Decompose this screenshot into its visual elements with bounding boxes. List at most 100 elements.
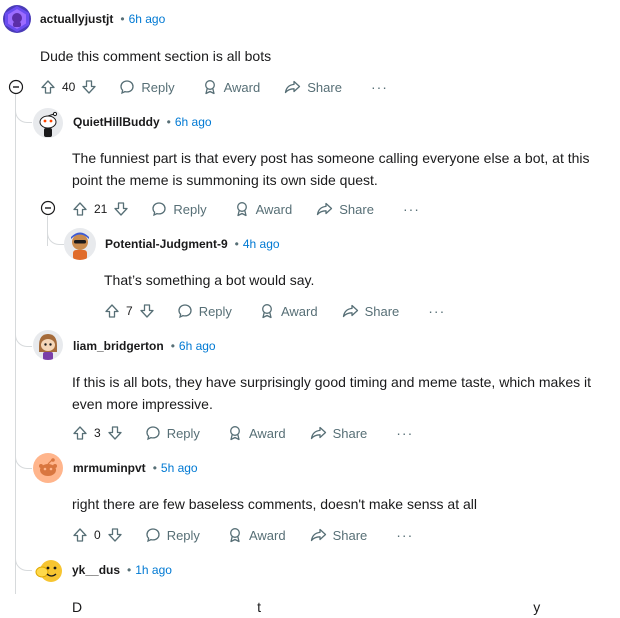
downvote-button[interactable] bbox=[107, 527, 123, 543]
award-medal-icon bbox=[261, 304, 272, 319]
vote-score: 0 bbox=[94, 528, 101, 542]
share-arrow-icon bbox=[310, 426, 326, 440]
reply-button[interactable]: Reply bbox=[145, 527, 200, 543]
upvote-arrow-icon bbox=[73, 528, 87, 542]
default-snoo-icon bbox=[39, 458, 57, 476]
vote-score: 3 bbox=[94, 426, 101, 440]
award-button[interactable]: Award bbox=[227, 527, 286, 543]
timestamp[interactable]: 6h ago bbox=[179, 339, 216, 353]
reply-button[interactable]: Reply bbox=[145, 425, 200, 441]
more-options-button[interactable]: ··· bbox=[371, 79, 388, 95]
comment-meta: Potential-Judgment-9 • 4h ago bbox=[105, 237, 280, 251]
share-arrow-icon bbox=[310, 528, 326, 542]
author-name[interactable]: Potential-Judgment-9 bbox=[105, 237, 228, 251]
timestamp[interactable]: 6h ago bbox=[175, 115, 212, 129]
hexagon-avatar-icon bbox=[5, 6, 29, 32]
snoo-avatar-icon bbox=[39, 334, 57, 360]
author-name[interactable]: mrmuminpvt bbox=[73, 461, 146, 475]
comment-actions: 40 Reply Award Share ··· bbox=[40, 77, 388, 97]
meta-separator: • bbox=[152, 461, 157, 475]
comment-body: That’s something a bot would say. bbox=[104, 272, 315, 288]
award-medal-icon bbox=[204, 80, 215, 95]
reply-label: Reply bbox=[141, 79, 175, 95]
share-button[interactable]: Share bbox=[316, 201, 374, 217]
upvote-button[interactable] bbox=[40, 79, 56, 95]
thread-elbow bbox=[15, 446, 32, 469]
thread-elbow bbox=[15, 320, 32, 347]
upvote-arrow-icon bbox=[41, 80, 55, 94]
reply-button[interactable]: Reply bbox=[177, 303, 232, 319]
award-button[interactable]: Award bbox=[202, 79, 260, 95]
author-name[interactable]: yk__dus bbox=[72, 563, 120, 577]
speech-bubble-icon bbox=[146, 426, 160, 441]
share-button[interactable]: Share bbox=[310, 425, 367, 441]
downvote-arrow-icon bbox=[114, 202, 129, 216]
meta-separator: • bbox=[127, 563, 132, 577]
share-label: Share bbox=[364, 303, 400, 319]
upvote-button[interactable] bbox=[72, 425, 88, 441]
downvote-button[interactable] bbox=[81, 79, 97, 95]
thread-elbow bbox=[15, 100, 32, 123]
avatar[interactable] bbox=[33, 330, 63, 360]
meta-separator: • bbox=[166, 115, 171, 129]
timestamp[interactable]: 4h ago bbox=[243, 237, 280, 251]
minus-circle-icon bbox=[8, 79, 24, 95]
avatar[interactable] bbox=[64, 228, 96, 260]
comment-body-line: If this is all bots, they have surprisin… bbox=[72, 374, 592, 390]
author-name[interactable]: actuallyjustjt bbox=[40, 12, 113, 26]
speech-bubble-icon bbox=[146, 528, 160, 543]
reply-button[interactable]: Reply bbox=[119, 79, 175, 95]
timestamp[interactable]: 1h ago bbox=[135, 563, 172, 577]
share-arrow-icon bbox=[317, 202, 333, 216]
upvote-arrow-icon bbox=[73, 202, 87, 216]
downvote-arrow-icon bbox=[140, 304, 154, 318]
speech-bubble-icon bbox=[152, 202, 167, 217]
comment-meta: yk__dus • 1h ago bbox=[72, 563, 172, 577]
upvote-button[interactable] bbox=[72, 527, 88, 543]
share-button[interactable]: Share bbox=[310, 527, 367, 543]
upvote-button[interactable] bbox=[72, 201, 88, 217]
more-options-button[interactable]: ··· bbox=[396, 425, 413, 441]
comment-actions: 21 Reply Award Share ··· bbox=[72, 199, 420, 219]
comment-meta: mrmuminpvt • 5h ago bbox=[73, 461, 198, 475]
comment-body-line: point the meme is summoning its own side… bbox=[72, 172, 378, 188]
downvote-button[interactable] bbox=[107, 425, 123, 441]
avatar[interactable] bbox=[33, 555, 65, 587]
share-button[interactable]: Share bbox=[284, 79, 342, 95]
author-name[interactable]: liam_bridgerton bbox=[73, 339, 164, 353]
upvote-arrow-icon bbox=[73, 426, 87, 440]
more-options-button[interactable]: ··· bbox=[428, 303, 445, 319]
timestamp[interactable]: 6h ago bbox=[129, 12, 166, 26]
more-options-button[interactable]: ··· bbox=[396, 527, 413, 543]
emoji-avatar-icon bbox=[35, 560, 62, 582]
comment-body: The funniest part is that every post has… bbox=[72, 147, 590, 191]
award-button[interactable]: Award bbox=[227, 425, 286, 441]
thread-line-root bbox=[15, 94, 16, 594]
award-button[interactable]: Award bbox=[234, 201, 292, 217]
downvote-arrow-icon bbox=[108, 528, 122, 542]
vote-score: 21 bbox=[94, 202, 108, 216]
upvote-arrow-icon bbox=[105, 304, 119, 318]
meta-separator: • bbox=[234, 237, 239, 251]
award-button[interactable]: Award bbox=[259, 303, 318, 319]
reply-label: Reply bbox=[166, 527, 200, 543]
share-button[interactable]: Share bbox=[342, 303, 400, 319]
collapse-thread-button[interactable] bbox=[8, 79, 24, 95]
avatar[interactable] bbox=[3, 5, 31, 33]
avatar[interactable] bbox=[33, 453, 63, 483]
reply-button[interactable]: Reply bbox=[151, 201, 207, 217]
upvote-button[interactable] bbox=[104, 303, 120, 319]
downvote-button[interactable] bbox=[113, 201, 129, 217]
snoo-avatar-icon bbox=[39, 111, 58, 137]
share-arrow-icon bbox=[342, 304, 358, 318]
vote-score: 7 bbox=[126, 304, 133, 318]
timestamp[interactable]: 5h ago bbox=[161, 461, 198, 475]
reply-label: Reply bbox=[173, 201, 207, 217]
avatar[interactable] bbox=[33, 108, 63, 138]
comment-meta: liam_bridgerton • 6h ago bbox=[73, 339, 216, 353]
collapse-thread-button[interactable] bbox=[40, 200, 56, 216]
speech-bubble-icon bbox=[120, 80, 135, 95]
more-options-button[interactable]: ··· bbox=[403, 201, 420, 217]
author-name[interactable]: QuietHillBuddy bbox=[73, 115, 160, 129]
downvote-button[interactable] bbox=[139, 303, 155, 319]
